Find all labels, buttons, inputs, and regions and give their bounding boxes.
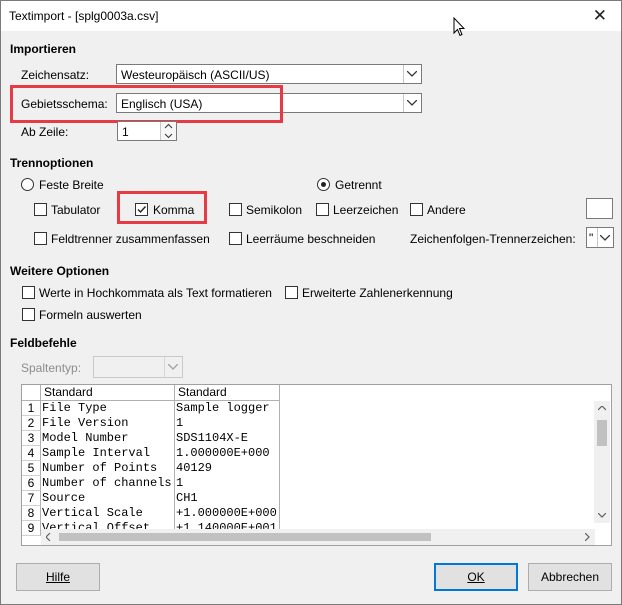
import-section-heading: Importieren bbox=[10, 42, 77, 56]
grid-cell: Vertical Scale bbox=[41, 506, 175, 521]
row-number[interactable]: 9 bbox=[22, 521, 41, 536]
comma-highlight-box bbox=[117, 191, 207, 224]
from-row-value: 1 bbox=[122, 125, 129, 139]
space-label[interactable]: Leerzeichen bbox=[333, 203, 398, 217]
grid-cell: Sample logger bbox=[175, 401, 280, 416]
grid-cell: 1 bbox=[175, 476, 280, 491]
charset-label: Zeichensatz: bbox=[21, 68, 90, 82]
grid-cell: Sample Interval bbox=[41, 446, 175, 461]
help-button[interactable]: Hilfe bbox=[16, 563, 100, 591]
row-number[interactable]: 4 bbox=[22, 446, 41, 461]
grid-cell: SDS1104X-E bbox=[175, 431, 280, 446]
row-number[interactable]: 3 bbox=[22, 431, 41, 446]
grid-corner bbox=[22, 385, 41, 401]
row-number[interactable]: 5 bbox=[22, 461, 41, 476]
text-import-dialog: Textimport - [splg0003a.csv] ✕ Importier… bbox=[0, 0, 622, 605]
scroll-down-icon[interactable] bbox=[598, 513, 606, 518]
grid-cell: Source bbox=[41, 491, 175, 506]
tab-checkbox[interactable] bbox=[34, 203, 47, 216]
chevron-down-icon[interactable] bbox=[164, 357, 182, 377]
radio-selected-dot bbox=[321, 182, 326, 187]
window-title: Textimport - [splg0003a.csv] bbox=[9, 9, 159, 23]
string-delimiter-select[interactable]: " bbox=[586, 227, 614, 248]
row-number[interactable]: 7 bbox=[22, 491, 41, 506]
grid-cell: +1.000000E+000 bbox=[175, 506, 280, 521]
help-button-label: Hilfe bbox=[45, 570, 70, 584]
eval-formulas-label[interactable]: Formeln auswerten bbox=[39, 308, 142, 322]
row-number[interactable]: 1 bbox=[22, 401, 41, 416]
column-type-label: Spaltentyp: bbox=[21, 361, 82, 375]
horizontal-scroll-thumb[interactable] bbox=[59, 533, 431, 541]
from-row-spinner[interactable]: 1 bbox=[117, 121, 177, 141]
chevron-down-icon[interactable] bbox=[403, 65, 421, 83]
vertical-scrollbar[interactable] bbox=[594, 401, 610, 523]
trim-spaces-checkbox[interactable] bbox=[229, 232, 242, 245]
other-label[interactable]: Andere bbox=[427, 203, 466, 217]
quoted-as-text-label[interactable]: Werte in Hochkommata als Text formatiere… bbox=[39, 286, 272, 300]
preview-grid[interactable]: Standard Standard 1 File Type Sample logge… bbox=[21, 384, 612, 546]
tab-label[interactable]: Tabulator bbox=[51, 203, 100, 217]
other-separator-input[interactable] bbox=[586, 198, 613, 219]
semicolon-checkbox[interactable] bbox=[229, 203, 242, 216]
fields-section-heading: Feldbefehle bbox=[10, 336, 77, 350]
trim-spaces-label[interactable]: Leerräume beschneiden bbox=[246, 232, 375, 246]
from-row-label: Ab Zeile: bbox=[21, 125, 69, 139]
grid-cell: File Type bbox=[41, 401, 175, 416]
other-checkbox[interactable] bbox=[410, 203, 423, 216]
row-number[interactable]: 2 bbox=[22, 416, 41, 431]
chevron-down-icon[interactable] bbox=[597, 228, 613, 247]
scroll-right-icon[interactable] bbox=[585, 533, 590, 541]
merge-delimiters-label[interactable]: Feldtrenner zusammenfassen bbox=[51, 232, 210, 246]
row-number[interactable]: 8 bbox=[22, 506, 41, 521]
vertical-scroll-thumb[interactable] bbox=[597, 420, 607, 446]
grid-cell: 1 bbox=[175, 416, 280, 431]
grid-cell: File Version bbox=[41, 416, 175, 431]
ok-button-label: OK bbox=[467, 570, 485, 584]
cancel-button[interactable]: Abbrechen bbox=[528, 563, 612, 591]
grid-cell: Number of Points bbox=[41, 461, 175, 476]
detect-numbers-checkbox[interactable] bbox=[285, 286, 298, 299]
grid-cell: CH1 bbox=[175, 491, 280, 506]
spin-down-icon[interactable] bbox=[160, 131, 176, 140]
cancel-button-label: Abbrechen bbox=[540, 570, 600, 584]
fixed-width-radio[interactable] bbox=[21, 178, 34, 191]
charset-value: Westeuropäisch (ASCII/US) bbox=[121, 68, 270, 82]
quoted-as-text-checkbox[interactable] bbox=[22, 286, 35, 299]
chevron-down-icon[interactable] bbox=[403, 94, 421, 112]
eval-formulas-checkbox[interactable] bbox=[22, 308, 35, 321]
scroll-up-icon[interactable] bbox=[598, 406, 606, 411]
grid-cell: Model Number bbox=[41, 431, 175, 446]
charset-select[interactable]: Westeuropäisch (ASCII/US) bbox=[116, 64, 422, 84]
row-number[interactable]: 6 bbox=[22, 476, 41, 491]
separated-label[interactable]: Getrennt bbox=[335, 178, 382, 192]
column-header[interactable]: Standard bbox=[41, 385, 175, 401]
grid-cell: 1.000000E+000 bbox=[175, 446, 280, 461]
ok-button[interactable]: OK bbox=[434, 563, 518, 591]
merge-delimiters-checkbox[interactable] bbox=[34, 232, 47, 245]
space-checkbox[interactable] bbox=[316, 203, 329, 216]
scroll-left-icon[interactable] bbox=[46, 533, 51, 541]
title-bar: Textimport - [splg0003a.csv] ✕ bbox=[1, 1, 621, 31]
column-header[interactable]: Standard bbox=[175, 385, 280, 401]
column-type-select[interactable] bbox=[93, 356, 183, 378]
mouse-cursor-icon bbox=[453, 17, 465, 37]
string-delimiter-value: " bbox=[589, 231, 594, 245]
fixed-width-label[interactable]: Feste Breite bbox=[39, 178, 104, 192]
grid-cell: Number of channels bbox=[41, 476, 175, 491]
semicolon-label[interactable]: Semikolon bbox=[246, 203, 302, 217]
horizontal-scrollbar[interactable] bbox=[41, 529, 595, 545]
locale-highlight-box bbox=[10, 85, 283, 123]
other-options-section-heading: Weitere Optionen bbox=[10, 264, 110, 278]
close-icon[interactable]: ✕ bbox=[593, 6, 607, 26]
string-delimiter-label: Zeichenfolgen-Trennerzeichen: bbox=[410, 232, 576, 246]
separator-section-heading: Trennoptionen bbox=[10, 156, 94, 170]
separated-radio[interactable] bbox=[317, 178, 330, 191]
grid-cell: 40129 bbox=[175, 461, 280, 476]
detect-numbers-label[interactable]: Erweiterte Zahlenerkennung bbox=[302, 286, 453, 300]
